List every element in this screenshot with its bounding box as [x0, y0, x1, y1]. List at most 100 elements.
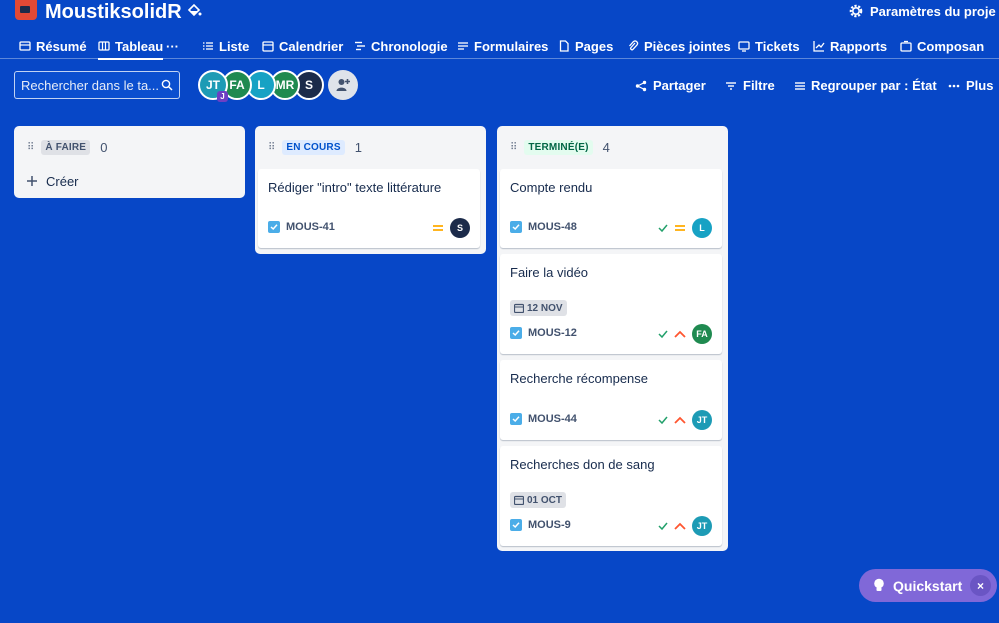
tab-resume[interactable]: Résumé: [19, 33, 87, 59]
share-icon: [635, 80, 647, 91]
issue-key-row: MOUS-12: [510, 327, 577, 339]
tab-more-button[interactable]: ···: [166, 33, 179, 59]
task-type-icon: [510, 327, 522, 339]
filter-icon: [726, 81, 736, 90]
search-icon: [161, 79, 173, 91]
due-date: 12 NOV: [527, 302, 563, 314]
issue-title: Rédiger "intro" texte littérature: [268, 180, 442, 195]
tab-calendrier[interactable]: Calendrier: [262, 33, 343, 59]
tab-pieces-jointes[interactable]: Pièces jointes: [627, 33, 731, 59]
issue-key[interactable]: MOUS-41: [286, 221, 335, 233]
issue-card[interactable]: Recherches don de sang 01 OCT MOUS-9 JT: [500, 446, 722, 546]
assignee-avatar[interactable]: L: [692, 218, 712, 238]
drag-handle-icon[interactable]: ⠿: [510, 142, 517, 153]
assignee-avatar[interactable]: FA: [692, 324, 712, 344]
avatar-initials: FA: [229, 78, 245, 92]
tab-liste[interactable]: Liste: [202, 33, 249, 59]
issue-key[interactable]: MOUS-48: [528, 221, 577, 233]
assignee-avatar[interactable]: JT: [692, 516, 712, 536]
issue-count: 4: [602, 139, 610, 155]
project-settings-button[interactable]: Paramètres du proje: [848, 3, 996, 19]
tab-composants[interactable]: Composan: [900, 33, 984, 59]
issue-meta: FA: [658, 324, 712, 344]
form-icon: [458, 42, 468, 50]
tab-tableau[interactable]: Tableau: [98, 33, 164, 60]
calendar-icon: [514, 495, 524, 505]
assignee-avatar[interactable]: S: [450, 218, 470, 238]
attachment-icon: [629, 40, 639, 51]
column-todo: ⠿ À FAIRE 0 Créer: [14, 126, 245, 198]
calendar-icon: [262, 41, 274, 52]
avatar-badge: J: [217, 91, 228, 102]
issue-key[interactable]: MOUS-9: [528, 519, 571, 531]
column-in-progress: ⠿ EN COURS 1 Rédiger "intro" texte litté…: [255, 126, 486, 254]
done-check-icon: [658, 522, 668, 531]
column-header[interactable]: ⠿ À FAIRE 0: [14, 126, 245, 168]
paint-bucket-icon[interactable]: [186, 3, 202, 19]
avatar-initials: MR: [275, 78, 295, 92]
task-type-icon: [510, 221, 522, 233]
tab-pages[interactable]: Pages: [558, 33, 613, 59]
issue-card[interactable]: Recherche récompense MOUS-44 JT: [500, 360, 722, 440]
status-badge: TERMINÉ(E): [524, 139, 593, 155]
create-label: Créer: [46, 173, 79, 189]
tab-label: Formulaires: [474, 38, 549, 54]
more-dots-icon: [948, 84, 960, 87]
tab-label: Résumé: [36, 38, 87, 54]
done-check-icon: [658, 224, 668, 233]
column-header[interactable]: ⠿ TERMINÉ(E) 4: [497, 126, 728, 168]
tab-label: Rapports: [830, 38, 888, 54]
avatar-initials: JT: [205, 78, 220, 92]
tab-tickets[interactable]: Tickets: [738, 33, 800, 59]
column-header[interactable]: ⠿ EN COURS 1: [255, 126, 486, 168]
add-person-icon: [336, 79, 350, 91]
drag-handle-icon[interactable]: ⠿: [27, 142, 34, 153]
board-icon: [98, 41, 110, 51]
project-logo[interactable]: [15, 0, 37, 20]
avatar[interactable]: JT J: [198, 70, 228, 102]
issue-meta: JT: [658, 410, 712, 430]
gear-icon: [849, 4, 863, 18]
share-button[interactable]: Partager: [635, 78, 706, 93]
board-search-input[interactable]: Rechercher dans le ta...: [14, 71, 180, 99]
search-placeholder: Rechercher dans le ta...: [21, 77, 160, 93]
plus-icon: [27, 176, 37, 186]
issue-card[interactable]: Faire la vidéo 12 NOV MOUS-12 FA: [500, 254, 722, 354]
group-by-button[interactable]: Regrouper par : État: [795, 78, 937, 93]
column-done: ⠿ TERMINÉ(E) 4 Compte rendu MOUS-48 L Fa…: [497, 126, 728, 551]
create-issue-button[interactable]: Créer: [14, 168, 245, 194]
issue-title: Recherche récompense: [510, 371, 649, 386]
quickstart-button[interactable]: Quickstart ×: [859, 569, 997, 602]
tab-label: Composan: [917, 38, 985, 54]
drag-handle-icon[interactable]: ⠿: [268, 142, 275, 153]
tab-chronologie[interactable]: Chronologie: [354, 33, 448, 59]
tab-label: Tableau: [115, 38, 164, 54]
timeline-icon: [355, 41, 365, 51]
issue-key-row: MOUS-48: [510, 221, 577, 233]
status-badge: À FAIRE: [41, 139, 91, 155]
ticket-icon: [738, 41, 750, 52]
task-type-icon: [510, 413, 522, 425]
issue-key-row: MOUS-41: [268, 221, 335, 233]
more-button[interactable]: Plus: [948, 78, 993, 93]
filter-button[interactable]: Filtre: [725, 78, 775, 93]
assignee-avatar[interactable]: JT: [692, 410, 712, 430]
status-badge: EN COURS: [282, 139, 345, 155]
add-people-button[interactable]: [328, 70, 358, 100]
issue-title: Faire la vidéo: [510, 265, 589, 280]
priority-high-icon: [674, 330, 686, 338]
tab-formulaires[interactable]: Formulaires: [457, 33, 548, 59]
priority-medium-icon: [433, 225, 443, 231]
issue-card[interactable]: Compte rendu MOUS-48 L: [500, 169, 722, 248]
issue-card[interactable]: Rédiger "intro" texte littérature MOUS-4…: [258, 169, 480, 248]
project-title[interactable]: MoustiksolidR: [45, 0, 182, 24]
tab-rapports[interactable]: Rapports: [813, 33, 887, 59]
tab-label: Liste: [219, 38, 250, 54]
issue-key-row: MOUS-9: [510, 519, 571, 531]
close-icon[interactable]: ×: [970, 575, 991, 596]
issue-title: Recherches don de sang: [510, 457, 655, 472]
issue-key[interactable]: MOUS-44: [528, 413, 577, 425]
issue-meta: JT: [658, 516, 712, 536]
issue-key[interactable]: MOUS-12: [528, 327, 577, 339]
due-date-badge: 01 OCT: [510, 492, 567, 508]
